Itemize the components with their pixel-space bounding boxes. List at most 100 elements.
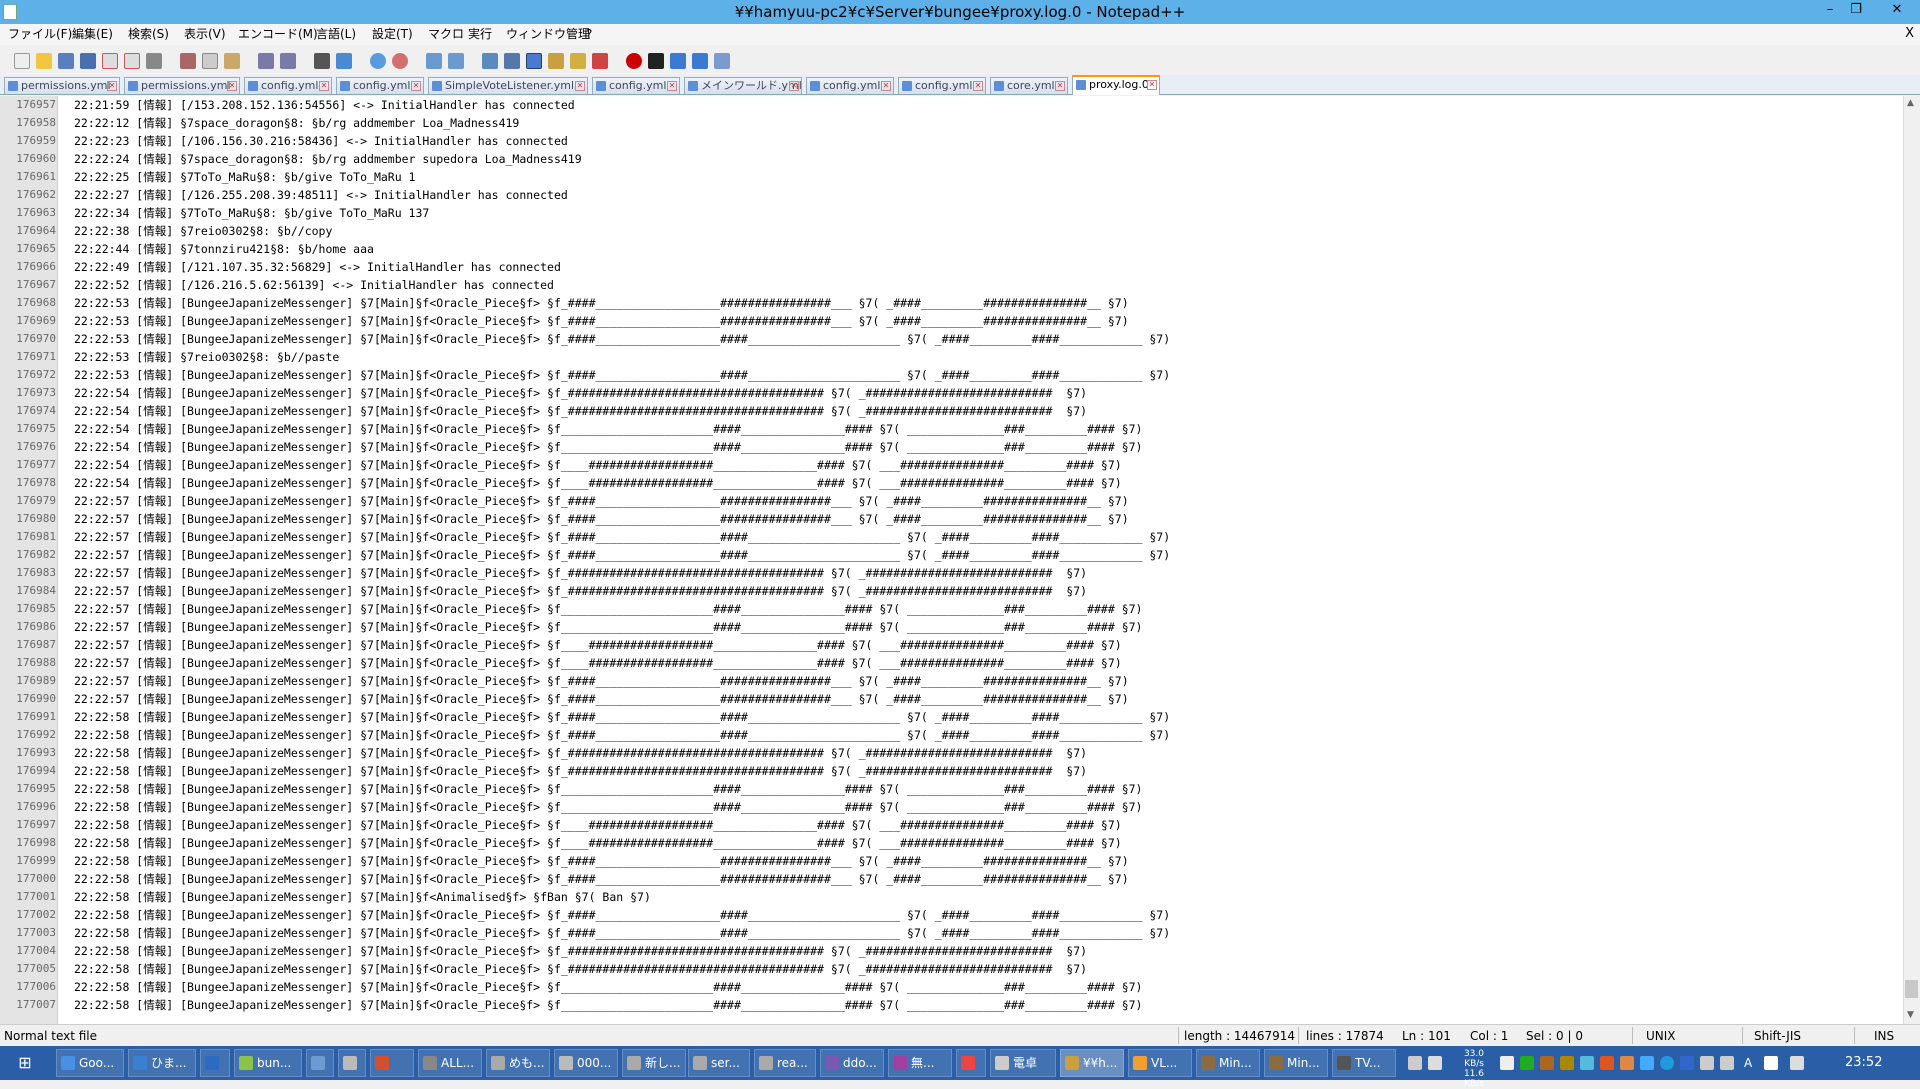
taskbar-button[interactable]: Min... bbox=[1196, 1049, 1260, 1077]
log-line[interactable]: 22:22:58 [情報] [BungeeJapanizeMessenger] … bbox=[74, 942, 1087, 960]
log-line[interactable]: 22:22:27 [情報] [/126.255.208.39:48511] <-… bbox=[74, 186, 568, 204]
log-line[interactable]: 22:22:38 [情報] §7reio0302§8: §b//copy bbox=[74, 222, 332, 240]
tray-app-icon[interactable] bbox=[1540, 1056, 1554, 1070]
tab-permissions-yml-1[interactable]: permissions.yml ✕ bbox=[4, 77, 120, 94]
log-line[interactable]: 22:21:59 [情報] [/153.208.152.136:54556] <… bbox=[74, 96, 575, 114]
log-line[interactable]: 22:22:58 [情報] [BungeeJapanizeMessenger] … bbox=[74, 888, 651, 906]
menu-help[interactable]: ? bbox=[582, 24, 596, 45]
tray-antivirus-icon[interactable] bbox=[1520, 1056, 1534, 1070]
tray-app-icon[interactable] bbox=[1600, 1056, 1614, 1070]
log-line[interactable]: 22:22:58 [情報] [BungeeJapanizeMessenger] … bbox=[74, 780, 1142, 798]
redo-icon[interactable] bbox=[280, 53, 296, 69]
record-macro-icon[interactable] bbox=[626, 53, 642, 69]
taskbar-button[interactable]: bun... bbox=[234, 1049, 302, 1077]
tab-close-icon[interactable]: ✕ bbox=[973, 81, 983, 91]
tab-config-yml-2[interactable]: config.yml ✕ bbox=[336, 77, 424, 94]
tab-simplevotelistener-yml[interactable]: SimpleVoteListener.yml ✕ bbox=[428, 77, 588, 94]
cut-icon[interactable] bbox=[180, 53, 196, 69]
tab-main-world-yml[interactable]: メインワールド.yml ✕ bbox=[684, 77, 802, 94]
tray-volume-icon[interactable] bbox=[1720, 1056, 1734, 1070]
print-icon[interactable] bbox=[146, 53, 162, 69]
log-line[interactable]: 22:22:53 [情報] [BungeeJapanizeMessenger] … bbox=[74, 366, 1170, 384]
open-file-icon[interactable] bbox=[36, 53, 52, 69]
log-line[interactable]: 22:22:57 [情報] [BungeeJapanizeMessenger] … bbox=[74, 546, 1170, 564]
indent-guide-icon[interactable] bbox=[526, 53, 542, 69]
tab-close-icon[interactable]: ✕ bbox=[881, 81, 891, 91]
menu-run[interactable]: 実行 bbox=[464, 24, 496, 45]
menu-settings[interactable]: 設定(T) bbox=[368, 24, 417, 45]
tray-notification-icon[interactable] bbox=[1500, 1056, 1514, 1070]
tray-app-icon[interactable] bbox=[1580, 1056, 1594, 1070]
log-line[interactable]: 22:22:57 [情報] [BungeeJapanizeMessenger] … bbox=[74, 510, 1129, 528]
save-all-icon[interactable] bbox=[80, 53, 96, 69]
close-icon[interactable] bbox=[102, 53, 118, 69]
taskbar-button[interactable]: ALL... bbox=[418, 1049, 482, 1077]
log-line[interactable]: 22:22:54 [情報] [BungeeJapanizeMessenger] … bbox=[74, 384, 1087, 402]
taskbar-button[interactable]: ddo... bbox=[820, 1049, 884, 1077]
tray-wifi-icon[interactable] bbox=[1700, 1056, 1714, 1070]
close-all-icon[interactable] bbox=[124, 53, 140, 69]
windows-start-icon[interactable]: ⊞ bbox=[14, 1053, 36, 1073]
play-macro-icon[interactable] bbox=[670, 53, 686, 69]
log-line[interactable]: 22:22:53 [情報] §7reio0302§8: §b//paste bbox=[74, 348, 339, 366]
log-line[interactable]: 22:22:54 [情報] [BungeeJapanizeMessenger] … bbox=[74, 456, 1122, 474]
vertical-scrollbar[interactable]: ▲ ▼ bbox=[1903, 96, 1920, 1024]
tray-network-monitor-icon[interactable] bbox=[1428, 1056, 1442, 1070]
log-line[interactable]: 22:22:58 [情報] [BungeeJapanizeMessenger] … bbox=[74, 960, 1087, 978]
scroll-down-icon[interactable]: ▼ bbox=[1907, 1010, 1914, 1020]
tab-close-icon[interactable]: ✕ bbox=[575, 81, 585, 91]
log-line[interactable]: 22:22:58 [情報] [BungeeJapanizeMessenger] … bbox=[74, 726, 1170, 744]
tab-close-icon[interactable]: ✕ bbox=[667, 81, 677, 91]
menu-search[interactable]: 検索(S) bbox=[124, 24, 173, 45]
show-all-characters-icon[interactable] bbox=[504, 53, 520, 69]
insert-mode-label[interactable]: INS bbox=[1874, 1029, 1894, 1043]
minimize-button[interactable]: – bbox=[1816, 0, 1844, 22]
log-line[interactable]: 22:22:53 [情報] [BungeeJapanizeMessenger] … bbox=[74, 294, 1129, 312]
paste-icon[interactable] bbox=[224, 53, 240, 69]
tab-proxy-log-0[interactable]: proxy.log.0 ✕ bbox=[1072, 75, 1160, 95]
scroll-up-icon[interactable]: ▲ bbox=[1907, 98, 1914, 108]
save-icon[interactable] bbox=[58, 53, 74, 69]
log-line[interactable]: 22:22:24 [情報] §7space_doragon§8: §b/rg a… bbox=[74, 150, 582, 168]
tab-close-icon[interactable]: ✕ bbox=[1147, 80, 1157, 90]
tab-config-yml-4[interactable]: config.yml ✕ bbox=[806, 77, 894, 94]
tray-app-icon[interactable] bbox=[1620, 1056, 1634, 1070]
menu-window[interactable]: ウィンドウ管理 bbox=[502, 24, 594, 45]
taskbar-button[interactable]: Min... bbox=[1264, 1049, 1328, 1077]
taskbar-button[interactable] bbox=[306, 1049, 334, 1077]
tab-close-icon[interactable]: ✕ bbox=[1055, 81, 1065, 91]
user-language-icon[interactable] bbox=[548, 53, 564, 69]
log-line[interactable]: 22:22:54 [情報] [BungeeJapanizeMessenger] … bbox=[74, 420, 1142, 438]
log-line[interactable]: 22:22:58 [情報] [BungeeJapanizeMessenger] … bbox=[74, 852, 1129, 870]
replace-icon[interactable] bbox=[336, 53, 352, 69]
taskbar-button[interactable]: 無... bbox=[888, 1049, 952, 1077]
taskbar-button[interactable]: めも... bbox=[486, 1049, 550, 1077]
tray-up-arrow-icon[interactable] bbox=[1408, 1056, 1422, 1070]
tab-config-yml-3[interactable]: config.yml ✕ bbox=[592, 77, 680, 94]
log-line[interactable]: 22:22:44 [情報] §7tonnziru421§8: §b/home a… bbox=[74, 240, 374, 258]
menu-edit[interactable]: 編集(E) bbox=[68, 24, 117, 45]
log-line[interactable]: 22:22:58 [情報] [BungeeJapanizeMessenger] … bbox=[74, 996, 1142, 1014]
menu-language[interactable]: 言語(L) bbox=[312, 24, 360, 45]
log-line[interactable]: 22:22:54 [情報] [BungeeJapanizeMessenger] … bbox=[74, 438, 1142, 456]
copy-icon[interactable] bbox=[202, 53, 218, 69]
maximize-button[interactable]: ❐ bbox=[1842, 0, 1870, 22]
sync-vertical-icon[interactable] bbox=[426, 53, 442, 69]
function-list-icon[interactable] bbox=[592, 53, 608, 69]
run-macro-multiple-icon[interactable] bbox=[692, 53, 708, 69]
tray-app-icon[interactable] bbox=[1640, 1056, 1654, 1070]
tab-close-icon[interactable]: ✕ bbox=[227, 81, 237, 91]
stop-macro-icon[interactable] bbox=[648, 53, 664, 69]
taskbar-button[interactable]: 000... bbox=[554, 1049, 618, 1077]
undo-icon[interactable] bbox=[258, 53, 274, 69]
taskbar-button[interactable]: ser... bbox=[688, 1049, 750, 1077]
taskbar-button[interactable]: 電卓 bbox=[990, 1049, 1056, 1077]
tab-close-icon[interactable]: ✕ bbox=[319, 81, 329, 91]
taskbar-button[interactable]: ひま... bbox=[128, 1049, 196, 1077]
close-document-icon[interactable]: X bbox=[1905, 26, 1914, 41]
log-line[interactable]: 22:22:57 [情報] [BungeeJapanizeMessenger] … bbox=[74, 600, 1142, 618]
taskbar-button[interactable]: TV... bbox=[1332, 1049, 1396, 1077]
word-wrap-icon[interactable] bbox=[482, 53, 498, 69]
log-line[interactable]: 22:22:57 [情報] [BungeeJapanizeMessenger] … bbox=[74, 654, 1122, 672]
taskbar-button[interactable] bbox=[370, 1049, 414, 1077]
